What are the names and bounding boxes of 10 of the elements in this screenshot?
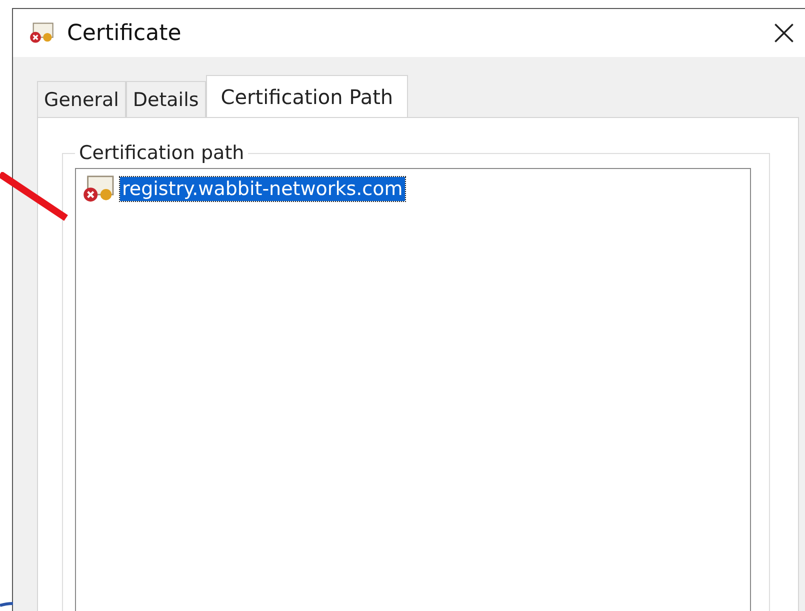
window-title: Certificate [67, 20, 182, 46]
tab[interactable]: Certification Path [206, 75, 408, 117]
tab[interactable]: General [37, 81, 126, 117]
close-icon[interactable] [773, 22, 795, 44]
certificate-error-icon [29, 22, 55, 44]
tree-item[interactable]: registry.wabbit-networks.com [120, 177, 405, 201]
annotation-curve [0, 602, 14, 607]
group-label: Certification path [78, 142, 246, 164]
certificate-error-icon [82, 175, 116, 203]
tab[interactable]: Details [126, 81, 206, 117]
